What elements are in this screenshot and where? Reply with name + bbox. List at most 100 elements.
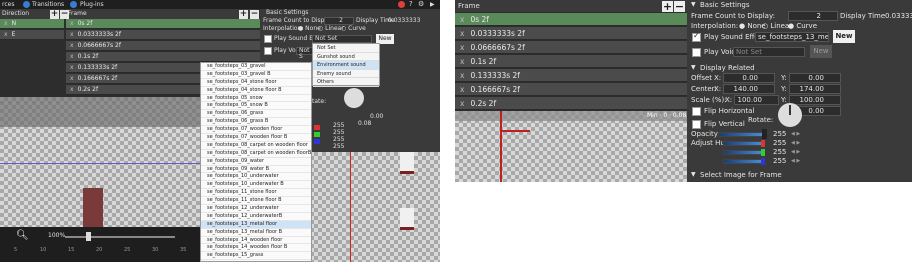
hue-red-slider[interactable]	[723, 141, 765, 146]
frame-row[interactable]: x 0.0333333s 2f	[66, 30, 260, 40]
select-image-collapse-icon[interactable]: ▼	[691, 170, 696, 180]
sound-list-item[interactable]: se_footsteps_15_grass	[201, 252, 311, 261]
preview-canvas[interactable]	[310, 152, 440, 262]
sound-list-item[interactable]: se_footsteps_07_wooden floor B	[201, 134, 311, 142]
submenu-item-not-set[interactable]: Not Set	[313, 44, 379, 53]
sound-list-item[interactable]: se_footsteps_07_wooden floor	[201, 126, 311, 135]
interp-curve-radio[interactable]: ○ Curve	[341, 25, 366, 33]
submenu-item-others[interactable]: Others	[313, 78, 379, 87]
color-swatch-green[interactable]	[314, 132, 320, 137]
play-sound-dropdown[interactable]: se_footsteps_13_metal...	[755, 32, 829, 42]
play-sound-checkbox[interactable]	[264, 35, 272, 43]
play-sound-dropdown[interactable]: Not Set	[312, 35, 372, 43]
sound-list-item[interactable]: se_footsteps_13_metal floor B	[201, 229, 311, 237]
sound-list-item[interactable]: se_footsteps_08_carpet on wooden floorB	[201, 150, 311, 158]
zoom-slider[interactable]	[65, 236, 175, 238]
sound-list-item[interactable]: se_footsteps_06_grass	[201, 110, 311, 119]
scale-y-field[interactable]: 100.00	[789, 95, 841, 105]
sound-list-item[interactable]: se_footsteps_09_water B	[201, 166, 311, 174]
play-voice-checkbox[interactable]	[692, 48, 701, 57]
zoom-search-icon[interactable]: 🔍︎	[16, 230, 29, 241]
frame-count-field[interactable]: 2	[324, 17, 354, 25]
sound-list-item[interactable]: se_footsteps_04_stone floor	[201, 79, 311, 87]
new-sound-button[interactable]: New	[833, 30, 855, 43]
sound-list-item[interactable]: se_footsteps_09_water	[201, 158, 311, 166]
hue-green-slider[interactable]	[723, 150, 765, 155]
remove-frame-button[interactable]: −	[250, 10, 259, 19]
tab-resources[interactable]: rces	[2, 0, 14, 9]
color-swatch-red[interactable]	[314, 125, 320, 130]
sound-list-item[interactable]: se_footsteps_12_underwater	[201, 205, 311, 213]
select-image-header[interactable]: Select Image for Frame	[700, 170, 782, 180]
basic-settings-header[interactable]: Basic Settings	[700, 0, 749, 10]
add-frame-button-right[interactable]: +	[662, 1, 673, 12]
hue-blue-arrows[interactable]: ◀ ▶	[791, 156, 800, 166]
sound-list-item[interactable]: se_footsteps_05_snow	[201, 95, 311, 103]
frame-row[interactable]: x 0.0666667s 2f	[66, 41, 260, 51]
play-sound-checkbox[interactable]: ✓	[692, 31, 701, 42]
frame-row[interactable]: x 0.133333s 2f	[455, 69, 687, 82]
tab-plugins[interactable]: Plug-ins	[80, 0, 104, 9]
sound-list-item[interactable]: se_footsteps_05_snow B	[201, 102, 311, 111]
submenu-item-environment[interactable]: Environment sound	[313, 61, 379, 70]
basic-settings-header[interactable]: Basic Settings	[266, 9, 308, 17]
display-related-header[interactable]: Display Related	[700, 63, 755, 73]
zoom-slider-handle[interactable]	[86, 232, 91, 241]
add-direction-button[interactable]: +	[50, 10, 59, 19]
display-related-collapse-icon[interactable]: ▼	[691, 63, 696, 73]
sound-list-item[interactable]: se_footsteps_14_wooden floor B	[201, 244, 311, 253]
frame-row[interactable]: x 0s 2f	[66, 19, 260, 29]
record-icon[interactable]	[398, 1, 405, 8]
frame-count-field[interactable]: 2	[788, 11, 838, 21]
sound-list-item[interactable]: se_footsteps_04_stone floor B	[201, 87, 311, 95]
hue-blue-slider[interactable]	[723, 159, 765, 164]
sound-list-item[interactable]: se_footsteps_10_underwater	[201, 173, 311, 182]
tab-transitions[interactable]: Transitions	[32, 0, 64, 9]
play-voice-checkbox[interactable]	[264, 47, 272, 55]
sound-list-item[interactable]: se_footsteps_14_wooden floor	[201, 237, 311, 245]
sound-list-item-highlighted[interactable]: se_footsteps_13_metal floor	[201, 220, 311, 229]
sound-list-item[interactable]: se_footsteps_11_stone floor B	[201, 197, 311, 206]
frame-row[interactable]: x 0s 2f	[455, 13, 687, 26]
submenu-item-gunshot[interactable]: Gunshot sound	[313, 53, 379, 61]
remove-direction-button[interactable]: −	[60, 10, 69, 19]
frame-row[interactable]: x 0.0333333s 2f	[455, 27, 687, 40]
sound-list-item[interactable]: se_footsteps_08_carpet on wooden floor	[201, 142, 311, 150]
gear-icon[interactable]: ⚙	[418, 0, 424, 9]
offset-x-field[interactable]: 0.00	[723, 73, 775, 83]
frame-row[interactable]: x 0.2s 2f	[455, 97, 687, 110]
color-swatch-blue[interactable]	[314, 139, 320, 144]
new-voice-button[interactable]: New	[810, 45, 832, 58]
direction-row[interactable]: xE	[0, 30, 64, 40]
basic-settings-collapse-icon[interactable]: ▼	[691, 0, 696, 10]
sound-list-item[interactable]: se_footsteps_11_stone floor	[201, 189, 311, 198]
sound-list-item[interactable]: se_footsteps_10_underwater B	[201, 181, 311, 190]
opacity-slider-handle[interactable]	[762, 129, 767, 139]
sound-list-item[interactable]: se_footsteps_12_underwaterB	[201, 213, 311, 221]
center-y-field[interactable]: 174.00	[789, 84, 841, 94]
flip-vertical-checkbox[interactable]	[692, 120, 701, 129]
offset-y-field[interactable]: 0.00	[789, 73, 841, 83]
rotate-dial[interactable]	[344, 88, 364, 108]
interp-linear-radio[interactable]: ○ Linear	[318, 25, 344, 33]
add-frame-button[interactable]: +	[239, 10, 248, 19]
scale-x-field[interactable]: 100.00	[734, 95, 779, 105]
submenu-item-enemy[interactable]: Enemy sound	[313, 70, 379, 78]
frame-row[interactable]: x 0.0666667s 2f	[455, 41, 687, 54]
frame-row[interactable]: x 0.1s 2f	[455, 55, 687, 68]
direction-row[interactable]: xN	[0, 19, 64, 29]
sound-list-item[interactable]: se_footsteps_03_gravel	[201, 63, 311, 71]
remove-frame-button-right[interactable]: −	[674, 1, 685, 12]
help-icon[interactable]: ?	[409, 0, 413, 9]
frame-row[interactable]: x 0.166667s 2f	[455, 83, 687, 96]
rotate-dial[interactable]	[778, 103, 802, 127]
play-voice-dropdown[interactable]: Not Set	[733, 47, 805, 57]
flip-horizontal-checkbox[interactable]	[692, 107, 701, 116]
sound-list-item[interactable]: se_footsteps_06_grass B	[201, 118, 311, 127]
interp-curve-radio[interactable]: ● Curve	[788, 21, 817, 31]
frame-row[interactable]: x 0.1s 2f	[66, 52, 260, 62]
center-x-field[interactable]: 140.00	[723, 84, 775, 94]
sound-list-item[interactable]: se_footsteps_03_gravel B	[201, 71, 311, 79]
play-icon[interactable]: ▶	[430, 0, 435, 9]
canvas-area-right[interactable]	[455, 111, 687, 182]
